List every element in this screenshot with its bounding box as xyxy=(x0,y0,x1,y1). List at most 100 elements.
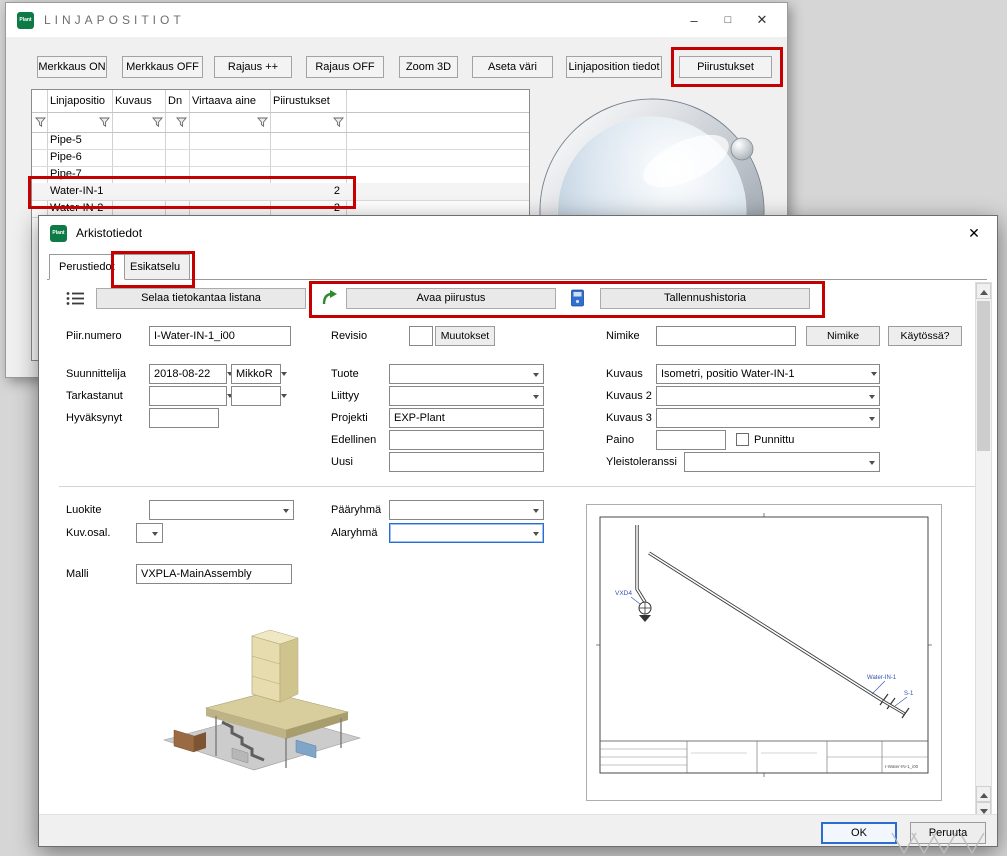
aseta-vari-button[interactable]: Aseta väri xyxy=(472,56,553,78)
paino-field[interactable] xyxy=(656,430,726,450)
row-drawings: 2 xyxy=(272,183,340,200)
yleistoleranssi-combo[interactable] xyxy=(684,452,880,472)
minimize-icon[interactable]: – xyxy=(677,13,711,28)
filter-funnel-icon[interactable] xyxy=(176,117,187,128)
kaytossa-button[interactable]: Käytössä? xyxy=(888,326,962,346)
yleistoleranssi-label: Yleistoleranssi xyxy=(606,452,677,472)
tab-esikatselu[interactable]: Esikatselu xyxy=(120,254,190,280)
close-icon[interactable]: ✕ xyxy=(957,225,991,242)
piirustukset-button[interactable]: Piirustukset xyxy=(679,56,772,78)
drawing-preview-frame: VXD4 Water-IN-1 S-1 I-Water-IN-1_i00 xyxy=(586,504,942,801)
table-row[interactable]: Pipe-5 xyxy=(32,132,529,149)
suunnittelija-user-combo[interactable]: MikkoR xyxy=(231,364,281,384)
tarkastanut-user-combo[interactable] xyxy=(231,386,281,406)
chevron-down-icon xyxy=(283,509,289,513)
revisio-field[interactable] xyxy=(409,326,433,346)
piir-numero-field[interactable]: I-Water-IN-1_i00 xyxy=(149,326,291,346)
uusi-label: Uusi xyxy=(331,452,353,472)
suunnittelija-date-combo[interactable]: 2018-08-22 xyxy=(149,364,227,384)
filter-funnel-icon[interactable] xyxy=(99,117,110,128)
nimike-label: Nimike xyxy=(606,326,640,346)
table-row-selected[interactable]: Water-IN-1 2 xyxy=(32,183,529,200)
table-row[interactable]: Pipe-6 xyxy=(32,149,529,166)
tarkastanut-date-combo[interactable] xyxy=(149,386,227,406)
filter-funnel-icon[interactable] xyxy=(152,117,163,128)
edellinen-label: Edellinen xyxy=(331,430,376,450)
zoom-3d-button[interactable]: Zoom 3D xyxy=(399,56,458,78)
kuvaus2-combo[interactable] xyxy=(656,386,880,406)
liittyy-combo[interactable] xyxy=(389,386,544,406)
luokite-combo[interactable] xyxy=(149,500,294,520)
nimike-field[interactable] xyxy=(656,326,796,346)
column-header[interactable]: Virtaava aine xyxy=(192,93,256,110)
save-database-icon[interactable] xyxy=(570,289,585,307)
projekti-field[interactable]: EXP-Plant xyxy=(389,408,544,428)
kuvaus3-label: Kuvaus 3 xyxy=(606,408,652,428)
paaryhma-combo[interactable] xyxy=(389,500,544,520)
muutokset-button[interactable]: Muutokset xyxy=(435,326,495,346)
column-header[interactable]: Kuvaus xyxy=(115,93,152,110)
edellinen-field[interactable] xyxy=(389,430,544,450)
column-header[interactable]: Dn xyxy=(168,93,182,110)
tab-perustiedot[interactable]: Perustiedot xyxy=(49,254,125,280)
column-header[interactable]: Linjapositio xyxy=(50,93,105,110)
rajaus-off-button[interactable]: Rajaus OFF xyxy=(306,56,384,78)
chevron-down-icon xyxy=(533,532,539,536)
maximize-icon[interactable]: □ xyxy=(711,14,745,26)
punnittu-label: Punnittu xyxy=(754,430,794,450)
row-name: Pipe-7 xyxy=(50,166,82,183)
liittyy-label: Liittyy xyxy=(331,386,359,406)
filter-funnel-icon[interactable] xyxy=(35,117,46,128)
kuvaus3-combo[interactable] xyxy=(656,408,880,428)
scroll-up-icon[interactable] xyxy=(976,283,991,299)
window-titlebar: Plant LINJAPOSITIOT – □ ✕ xyxy=(6,3,787,37)
row-name: Water-IN-1 xyxy=(50,183,103,200)
kuv-osal-combo[interactable] xyxy=(136,523,163,543)
close-icon[interactable]: ✕ xyxy=(745,12,779,28)
model-3d-preview xyxy=(136,622,376,784)
chevron-down-icon xyxy=(869,417,875,421)
support-label: S-1 xyxy=(904,691,914,697)
watermark-graphic xyxy=(890,831,995,855)
valve-label: VXD4 xyxy=(615,590,632,597)
tuote-combo[interactable] xyxy=(389,364,544,384)
avaa-piirustus-button[interactable]: Avaa piirustus xyxy=(346,288,556,309)
tab-border xyxy=(47,279,987,280)
luokite-label: Luokite xyxy=(66,500,101,520)
chevron-down-icon xyxy=(152,532,158,536)
filter-funnel-icon[interactable] xyxy=(333,117,344,128)
scrollbar[interactable] xyxy=(975,282,992,819)
filter-funnel-icon[interactable] xyxy=(257,117,268,128)
kuvaus-combo[interactable]: Isometri, positio Water-IN-1 xyxy=(656,364,880,384)
plant-app-icon: Plant xyxy=(50,225,67,242)
column-header[interactable]: Piirustukset xyxy=(273,93,330,110)
list-view-icon[interactable] xyxy=(66,291,85,306)
row-name: Pipe-5 xyxy=(50,132,82,149)
selaa-tietokantaa-button[interactable]: Selaa tietokantaa listana xyxy=(96,288,306,309)
scroll-up2-icon[interactable] xyxy=(976,786,991,802)
malli-label: Malli xyxy=(66,564,89,584)
tallennushistoria-button[interactable]: Tallennushistoria xyxy=(600,288,810,309)
open-drawing-icon[interactable] xyxy=(321,289,339,307)
table-row[interactable]: Pipe-7 xyxy=(32,166,529,183)
rajaus-plus-button[interactable]: Rajaus ++ xyxy=(214,56,292,78)
merkkaus-off-button[interactable]: Merkkaus OFF xyxy=(122,56,203,78)
row-name: Pipe-6 xyxy=(50,149,82,166)
tarkastanut-label: Tarkastanut xyxy=(66,386,123,406)
dialog-titlebar: Plant Arkistotiedot ✕ xyxy=(39,216,997,250)
alaryhma-combo[interactable] xyxy=(389,523,544,543)
hyvaksynyt-field[interactable] xyxy=(149,408,219,428)
nimike-button[interactable]: Nimike xyxy=(806,326,880,346)
revisio-label: Revisio xyxy=(331,326,367,346)
punnittu-checkbox[interactable] xyxy=(736,433,749,446)
malli-field[interactable]: VXPLA-MainAssembly xyxy=(136,564,292,584)
plant-app-icon: Plant xyxy=(17,12,34,29)
uusi-field[interactable] xyxy=(389,452,544,472)
arkistotiedot-dialog: Plant Arkistotiedot ✕ Perustiedot Esikat… xyxy=(38,215,998,847)
chevron-down-icon xyxy=(533,509,539,513)
suunnittelija-label: Suunnittelija xyxy=(66,364,126,384)
linjaposition-tiedot-button[interactable]: Linjaposition tiedot xyxy=(566,56,662,78)
scrollbar-thumb[interactable] xyxy=(977,301,990,451)
ok-button[interactable]: OK xyxy=(821,822,897,844)
merkkaus-on-button[interactable]: Merkkaus ON xyxy=(37,56,107,78)
